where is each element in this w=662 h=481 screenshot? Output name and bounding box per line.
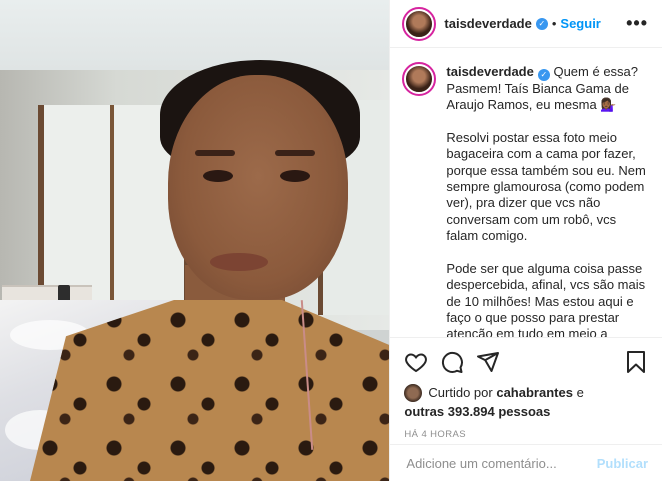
caption-avatar[interactable] (402, 62, 437, 97)
share-icon[interactable] (476, 350, 500, 374)
verified-icon: ✓ (537, 69, 550, 82)
likes-count[interactable]: outras 393.894 pessoas (404, 404, 648, 419)
publish-button[interactable]: Publicar (597, 456, 648, 471)
caption-area: taisdeverdade ✓ Quem é essa? Pasmem! Taís… (390, 48, 662, 337)
liker-avatar[interactable] (404, 383, 423, 402)
instagram-post: taisdeverdade ✓ • Seguir ••• taisdeverda… (0, 0, 662, 481)
verified-icon: ✓ (535, 17, 548, 30)
caption-username[interactable]: taisdeverdade (446, 64, 533, 79)
post-photo[interactable] (0, 0, 390, 481)
action-icons (404, 346, 648, 378)
caption-text: taisdeverdade ✓ Quem é essa? Pasmem! Taís… (446, 64, 648, 337)
caption-paragraph-3: Pode ser que alguma coisa passe desperce… (446, 260, 646, 337)
heart-icon[interactable] (404, 350, 428, 374)
post-header: taisdeverdade ✓ • Seguir ••• (390, 0, 662, 49)
liker-username[interactable]: cahabrantes (496, 385, 573, 401)
more-options-icon[interactable]: ••• (626, 13, 648, 34)
post-sidebar: taisdeverdade ✓ • Seguir ••• taisdeverda… (389, 0, 662, 481)
follow-button[interactable]: Seguir (560, 16, 600, 31)
post-timestamp[interactable]: HÁ 4 HORAS (404, 429, 648, 440)
photo-right-brow (275, 150, 315, 156)
photo-wardrobe-seam (110, 105, 114, 310)
separator-dot: • (551, 16, 557, 32)
author-username[interactable]: taisdeverdade (444, 16, 531, 31)
actions-section: Curtido por cahabrantes e outras 393.894… (390, 336, 662, 445)
photo-ceiling (0, 0, 390, 70)
photo-lips (210, 253, 268, 271)
liked-by: Curtido por cahabrantes e (404, 383, 648, 402)
comment-input[interactable] (404, 454, 597, 472)
photo-right-eye (280, 170, 310, 182)
add-comment-bar: Publicar (390, 444, 662, 481)
photo-left-brow (195, 150, 235, 156)
author-avatar[interactable] (402, 6, 437, 41)
bookmark-icon[interactable] (624, 350, 648, 374)
photo-left-eye (203, 170, 233, 182)
liked-by-prefix: Curtido por (428, 384, 493, 400)
liked-by-conj: e (576, 384, 584, 400)
comment-icon[interactable] (440, 350, 464, 374)
caption-paragraph-2: Resolvi postar essa foto meio bagaceira … (446, 129, 646, 244)
